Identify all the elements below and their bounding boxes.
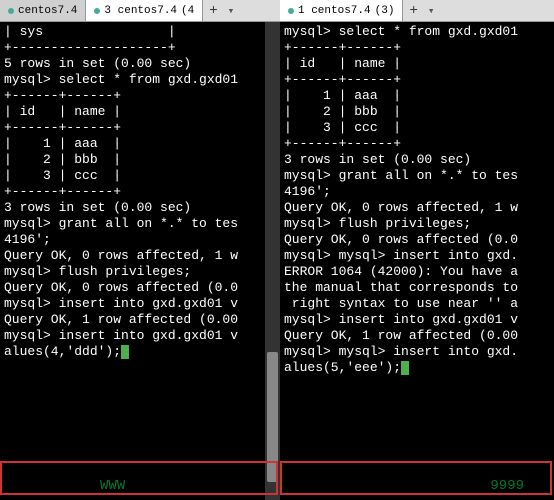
terminal-line: 3 rows in set (0.00 sec)	[284, 152, 550, 168]
terminal-line: 4196';	[284, 184, 550, 200]
terminal-line: the manual that corresponds to	[284, 280, 550, 296]
terminal-line: mysql> mysql> insert into gxd.	[284, 248, 550, 264]
terminal-line: | 2 | bbb |	[284, 104, 550, 120]
status-dot-icon	[288, 8, 294, 14]
tab-centos-r1[interactable]: 1 centos7.4 (3)	[280, 0, 403, 21]
terminal-line: mysql> flush privileges;	[284, 216, 550, 232]
terminal-line: 5 rows in set (0.00 sec)	[4, 56, 276, 72]
terminal-line: | id | name |	[284, 56, 550, 72]
right-pane: 1 centos7.4 (3) + ▾ mysql> select * from…	[280, 0, 554, 500]
terminal-line: mysql> mysql> insert into gxd.	[284, 344, 550, 360]
terminal-line: | 3 | ccc |	[4, 168, 276, 184]
terminal-line: 4196';	[4, 232, 276, 248]
status-dot-icon	[8, 8, 14, 14]
terminal-line: mysql> grant all on *.* to tes	[284, 168, 550, 184]
terminal-line: | 3 | ccc |	[284, 120, 550, 136]
tab-suffix: (4	[181, 5, 194, 17]
scrollbar-thumb[interactable]	[267, 352, 278, 482]
terminal-line: +------+------+	[284, 40, 550, 56]
terminal-line: | 1 | aaa |	[4, 136, 276, 152]
terminal-line: +------+------+	[4, 184, 276, 200]
left-scrollbar[interactable]	[265, 22, 280, 500]
tab-centos-3[interactable]: 3 centos7.4 (4	[86, 0, 203, 21]
terminal-line: right syntax to use near '' a	[284, 296, 550, 312]
terminal-line: mysql> select * from gxd.gxd01	[4, 72, 276, 88]
left-terminal[interactable]: | sys |+--------------------+5 rows in s…	[0, 22, 280, 500]
terminal-line: mysql> insert into gxd.gxd01 v	[284, 312, 550, 328]
left-tabbar: centos7.4 3 centos7.4 (4 + ▾	[0, 0, 280, 22]
tab-label: centos7.4	[18, 5, 77, 17]
terminal-line: Query OK, 0 rows affected, 1 w	[4, 248, 276, 264]
terminal-line: alues(4,'ddd');	[4, 344, 276, 360]
terminal-line: mysql> insert into gxd.gxd01 v	[4, 296, 276, 312]
terminal-line: Query OK, 0 rows affected (0.0	[284, 232, 550, 248]
status-dot-icon	[94, 8, 100, 14]
terminal-line: mysql> flush privileges;	[4, 264, 276, 280]
add-tab-button[interactable]: +	[403, 3, 423, 19]
left-pane: centos7.4 3 centos7.4 (4 + ▾ | sys |+---…	[0, 0, 280, 500]
terminal-line: Query OK, 0 rows affected, 1 w	[284, 200, 550, 216]
terminal-line: | 1 | aaa |	[284, 88, 550, 104]
terminal-line: mysql> grant all on *.* to tes	[4, 216, 276, 232]
terminal-line: +------+------+	[4, 88, 276, 104]
tab-centos-1[interactable]: centos7.4	[0, 0, 86, 21]
chevron-down-icon[interactable]: ▾	[224, 4, 239, 18]
terminal-line: | 2 | bbb |	[4, 152, 276, 168]
terminal-line: +------+------+	[284, 136, 550, 152]
chevron-down-icon[interactable]: ▾	[424, 4, 439, 18]
terminal-line: +--------------------+	[4, 40, 276, 56]
tab-suffix: (3)	[375, 5, 395, 17]
terminal-line: | id | name |	[4, 104, 276, 120]
terminal-line: alues(5,'eee');	[284, 360, 550, 376]
terminal-line: 3 rows in set (0.00 sec)	[4, 200, 276, 216]
terminal-line: ERROR 1064 (42000): You have a	[284, 264, 550, 280]
right-terminal[interactable]: mysql> select * from gxd.gxd01+------+--…	[280, 22, 554, 500]
terminal-line: Query OK, 1 row affected (0.00	[284, 328, 550, 344]
cursor-icon	[121, 345, 129, 359]
terminal-line: | sys |	[4, 24, 276, 40]
terminal-line: +------+------+	[284, 72, 550, 88]
tab-label: 1 centos7.4	[298, 5, 371, 17]
cursor-icon	[401, 361, 409, 375]
terminal-line: Query OK, 0 rows affected (0.0	[4, 280, 276, 296]
tab-label: 3 centos7.4	[104, 5, 177, 17]
terminal-line: mysql> insert into gxd.gxd01 v	[4, 328, 276, 344]
terminal-line: mysql> select * from gxd.gxd01	[284, 24, 550, 40]
terminal-line: Query OK, 1 row affected (0.00	[4, 312, 276, 328]
right-tabbar: 1 centos7.4 (3) + ▾	[280, 0, 554, 22]
split-container: centos7.4 3 centos7.4 (4 + ▾ | sys |+---…	[0, 0, 554, 500]
add-tab-button[interactable]: +	[203, 3, 223, 19]
terminal-line: +------+------+	[4, 120, 276, 136]
